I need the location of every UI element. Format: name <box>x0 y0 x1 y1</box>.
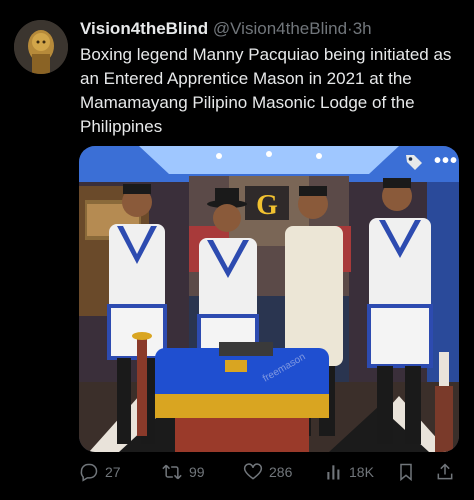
avatar-image <box>14 20 68 74</box>
reply-button[interactable]: 27 <box>79 460 121 484</box>
user-handle[interactable]: @Vision4theBlind <box>213 19 347 38</box>
tweet-photo[interactable]: G freemason ••• <box>79 146 459 452</box>
bookmark-button[interactable] <box>397 460 415 484</box>
tag-icon[interactable] <box>404 152 424 172</box>
avatar[interactable] <box>14 20 68 74</box>
bookmark-icon <box>400 463 412 482</box>
retweet-count: 99 <box>189 464 205 480</box>
reply-count: 27 <box>105 464 121 480</box>
like-button[interactable]: 286 <box>243 460 292 484</box>
tweet-text: Boxing legend Manny Pacquiao being initi… <box>80 45 452 136</box>
reply-icon <box>80 463 98 482</box>
display-name[interactable]: Vision4theBlind <box>80 19 208 38</box>
timestamp[interactable]: 3h <box>353 19 372 38</box>
tweet-header: Vision4theBlind @Vision4theBlind·3h <box>80 19 372 39</box>
retweet-icon <box>162 464 182 480</box>
share-icon <box>437 463 453 480</box>
like-icon <box>243 463 263 480</box>
g-sign: G <box>256 190 278 221</box>
views-button[interactable]: 18K <box>325 460 374 484</box>
lodge-photo: G freemason <box>79 146 459 452</box>
view-count: 18K <box>349 464 374 480</box>
share-button[interactable] <box>435 460 455 484</box>
more-icon[interactable]: ••• <box>434 150 458 173</box>
retweet-button[interactable]: 99 <box>161 460 205 484</box>
action-bar: 27 99 286 18K <box>79 460 459 484</box>
like-count: 286 <box>269 464 293 480</box>
views-icon <box>327 465 340 480</box>
